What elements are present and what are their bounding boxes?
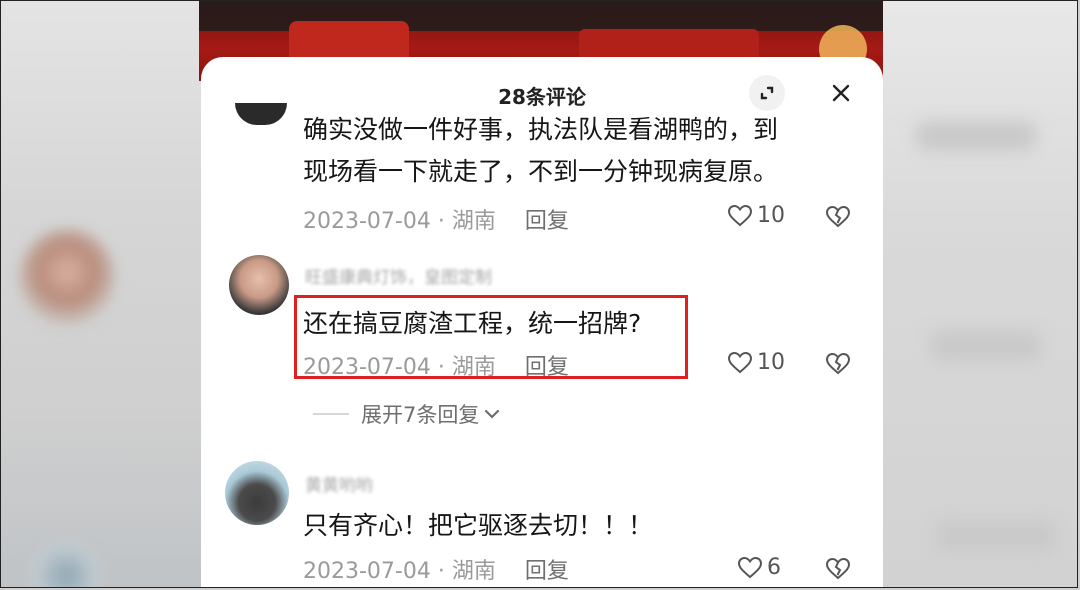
like-count: 6 (767, 555, 781, 580)
heart-icon (727, 351, 753, 373)
reply-button[interactable]: 回复 (525, 209, 569, 234)
dislike-button[interactable] (825, 557, 851, 585)
comment-meta: 2023-07-04 · 湖南 回复 (303, 203, 569, 235)
comment-panel: 28条评论 确实没做一件好事，执法队是看湖鸭的，到 现场看一下就走了，不到一分钟… (201, 57, 883, 587)
heart-icon (727, 204, 753, 226)
comment-meta: 2023-07-04 · 湖南 回复 (303, 553, 569, 585)
avatar[interactable] (235, 103, 287, 125)
close-button[interactable] (823, 75, 859, 111)
avatar[interactable] (225, 461, 289, 525)
screenshot-frame: 28条评论 确实没做一件好事，执法队是看湖鸭的，到 现场看一下就走了，不到一分钟… (0, 0, 1078, 588)
comment-username[interactable]: 黄黄哟哟 (305, 471, 373, 496)
broken-heart-icon (825, 352, 851, 375)
expand-replies-button[interactable]: 展开7条回复 (313, 399, 501, 429)
comment-text: 只有齐心！把它驱逐去切！！！ (303, 511, 654, 540)
close-icon (832, 84, 850, 102)
expand-icon (760, 86, 774, 100)
like-count: 10 (757, 203, 785, 228)
broken-heart-icon (825, 557, 851, 580)
blurred-block (931, 331, 1041, 361)
blurred-background-right (883, 1, 1077, 587)
avatar[interactable] (229, 255, 289, 315)
highlight-box (294, 295, 688, 379)
separator: · (437, 559, 445, 584)
divider-line (313, 413, 349, 415)
like-button[interactable]: 10 (727, 203, 785, 228)
expand-button[interactable] (749, 75, 785, 111)
separator: · (437, 209, 445, 234)
comment-date: 2023-07-04 (303, 209, 431, 234)
dislike-button[interactable] (825, 205, 851, 233)
like-button[interactable]: 10 (727, 350, 785, 375)
comment-text-line: 确实没做一件好事，执法队是看湖鸭的，到 (303, 115, 779, 144)
blurred-block (936, 521, 1056, 551)
broken-heart-icon (825, 205, 851, 228)
chevron-down-icon (485, 409, 500, 419)
comment-date: 2023-07-04 (303, 559, 431, 584)
comment-location: 湖南 (451, 209, 496, 234)
heart-icon (737, 556, 763, 578)
expand-replies-label: 展开7条回复 (361, 403, 480, 427)
comment-text-line: 现场看一下就走了，不到一分钟现病复原。 (303, 157, 779, 186)
blurred-block (916, 121, 1036, 151)
blurred-avatar (19, 229, 115, 325)
comment-username[interactable]: 旺盛康典灯饰，皇图定制 (305, 263, 492, 288)
reply-button[interactable]: 回复 (525, 559, 569, 584)
like-count: 10 (757, 350, 785, 375)
like-button[interactable]: 6 (737, 555, 781, 580)
dislike-button[interactable] (825, 352, 851, 380)
comment-location: 湖南 (451, 559, 496, 584)
